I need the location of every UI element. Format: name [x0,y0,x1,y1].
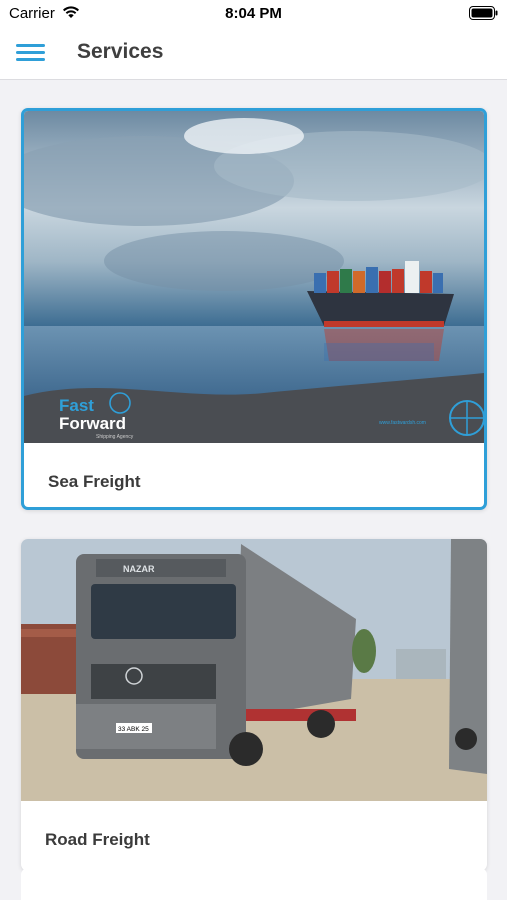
page-title: Services [77,40,164,63]
logo-url: www.fastwardsh.com [379,420,426,426]
license-plate: 33 ABK 25 [118,726,149,733]
hamburger-menu-icon [16,44,45,47]
battery-icon [469,6,498,20]
container-ship-image: Fast Forward Shipping Agency www.fastwar… [24,111,484,443]
service-card-road-freight[interactable]: NAZAR 33 ABK 25 Road Freight [21,539,487,871]
logo-text-fast: Fast [59,396,94,415]
hamburger-menu-icon-line [16,51,45,54]
windshield-text: NAZAR [123,564,155,574]
menu-button[interactable] [15,41,47,65]
service-label: Sea Freight [48,472,141,491]
services-list[interactable]: Fast Forward Shipping Agency www.fastwar… [0,80,507,900]
app-header: Services [0,28,507,80]
truck-image: NAZAR 33 ABK 25 [21,539,487,801]
hamburger-menu-icon-line [16,58,45,61]
logo-text-forward: Forward [59,414,126,433]
service-label: Road Freight [45,830,150,849]
status-bar: Carrier 8:04 PM [0,0,507,28]
logo-tagline: Shipping Agency [96,434,134,440]
service-card-partial[interactable] [21,868,487,900]
status-time: 8:04 PM [225,5,282,22]
service-card-sea-freight[interactable]: Fast Forward Shipping Agency www.fastwar… [21,108,487,510]
